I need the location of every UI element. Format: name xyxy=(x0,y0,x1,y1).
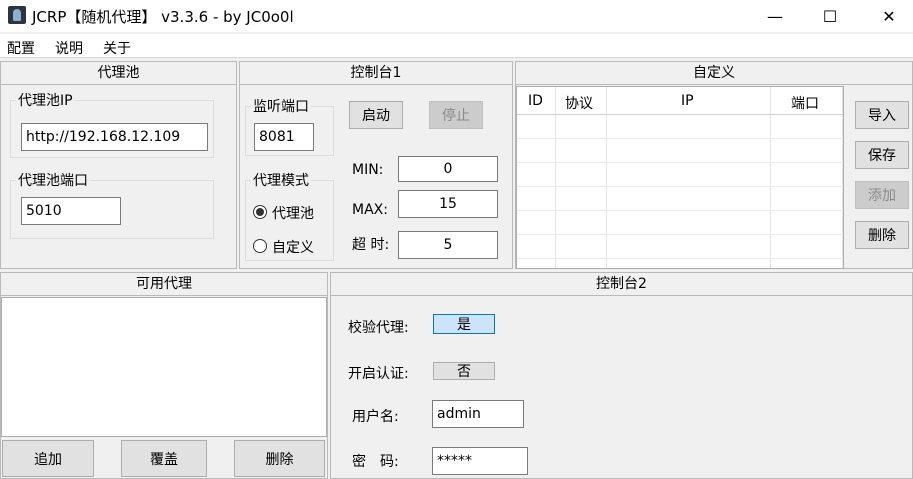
console2-header: 控制台2 xyxy=(331,273,912,296)
column-header-port[interactable]: 端口 xyxy=(791,93,819,113)
min-input[interactable]: 0 xyxy=(398,156,498,182)
add-button[interactable]: 添加 xyxy=(855,181,909,209)
verify-proxy-toggle[interactable]: 是 xyxy=(433,314,495,334)
save-button[interactable]: 保存 xyxy=(855,141,909,169)
username-label: 用户名: xyxy=(352,409,399,425)
available-delete-button[interactable]: 删除 xyxy=(234,440,325,477)
available-proxies-list[interactable] xyxy=(1,297,327,437)
custom-delete-button[interactable]: 删除 xyxy=(855,221,909,249)
overwrite-button[interactable]: 覆盖 xyxy=(121,440,207,477)
proxy-pool-port-input[interactable]: 5010 xyxy=(21,197,121,225)
mode-custom-label[interactable]: 自定义 xyxy=(272,237,314,257)
app-icon xyxy=(8,6,26,24)
max-input[interactable]: 15 xyxy=(398,190,498,218)
close-button[interactable]: ✕ xyxy=(866,0,912,32)
window-title: JCRP【随机代理】 v3.3.6 - by JC0o0l xyxy=(32,8,294,26)
menu-help[interactable]: 说明 xyxy=(55,38,83,58)
proxy-pool-ip-input[interactable]: http://192.168.12.109 xyxy=(21,123,208,151)
console2-panel: 控制台2 xyxy=(330,272,913,479)
listen-port-label: 监听端口 xyxy=(251,99,311,115)
enable-auth-toggle[interactable]: 否 xyxy=(433,362,495,380)
custom-proxy-table[interactable]: ID 协议 IP 端口 xyxy=(516,86,844,269)
column-header-protocol[interactable]: 协议 xyxy=(565,93,593,113)
timeout-label: 超 时: xyxy=(352,237,390,253)
column-header-ip[interactable]: IP xyxy=(681,93,694,109)
proxy-pool-ip-label: 代理池IP xyxy=(16,93,75,109)
start-button[interactable]: 启动 xyxy=(349,101,403,129)
verify-proxy-label: 校验代理: xyxy=(348,320,409,336)
maximize-button[interactable]: ☐ xyxy=(807,0,853,32)
listen-port-input[interactable]: 8081 xyxy=(254,123,314,151)
min-label: MIN: xyxy=(352,162,384,178)
proxy-mode-label: 代理模式 xyxy=(251,173,311,189)
menu-bar xyxy=(0,34,913,58)
menu-config[interactable]: 配置 xyxy=(7,38,35,58)
mode-pool-radio[interactable] xyxy=(253,205,267,219)
username-input[interactable]: admin xyxy=(432,400,524,428)
password-label: 密 码: xyxy=(352,454,399,470)
max-label: MAX: xyxy=(352,202,388,218)
menu-about[interactable]: 关于 xyxy=(103,38,131,58)
console1-header: 控制台1 xyxy=(240,62,512,85)
column-header-id[interactable]: ID xyxy=(528,93,543,109)
enable-auth-label: 开启认证: xyxy=(348,366,409,382)
proxy-pool-port-label: 代理池端口 xyxy=(16,173,90,189)
append-button[interactable]: 追加 xyxy=(2,440,94,477)
custom-header: 自定义 xyxy=(516,62,912,85)
mode-pool-label[interactable]: 代理池 xyxy=(272,203,314,223)
timeout-input[interactable]: 5 xyxy=(398,231,498,259)
proxy-pool-header: 代理池 xyxy=(1,62,236,85)
import-button[interactable]: 导入 xyxy=(855,101,909,129)
mode-custom-radio[interactable] xyxy=(253,239,267,253)
stop-button[interactable]: 停止 xyxy=(429,101,483,129)
minimize-button[interactable]: — xyxy=(752,0,798,32)
password-input[interactable]: ***** xyxy=(432,447,528,475)
available-proxies-header: 可用代理 xyxy=(1,273,327,296)
